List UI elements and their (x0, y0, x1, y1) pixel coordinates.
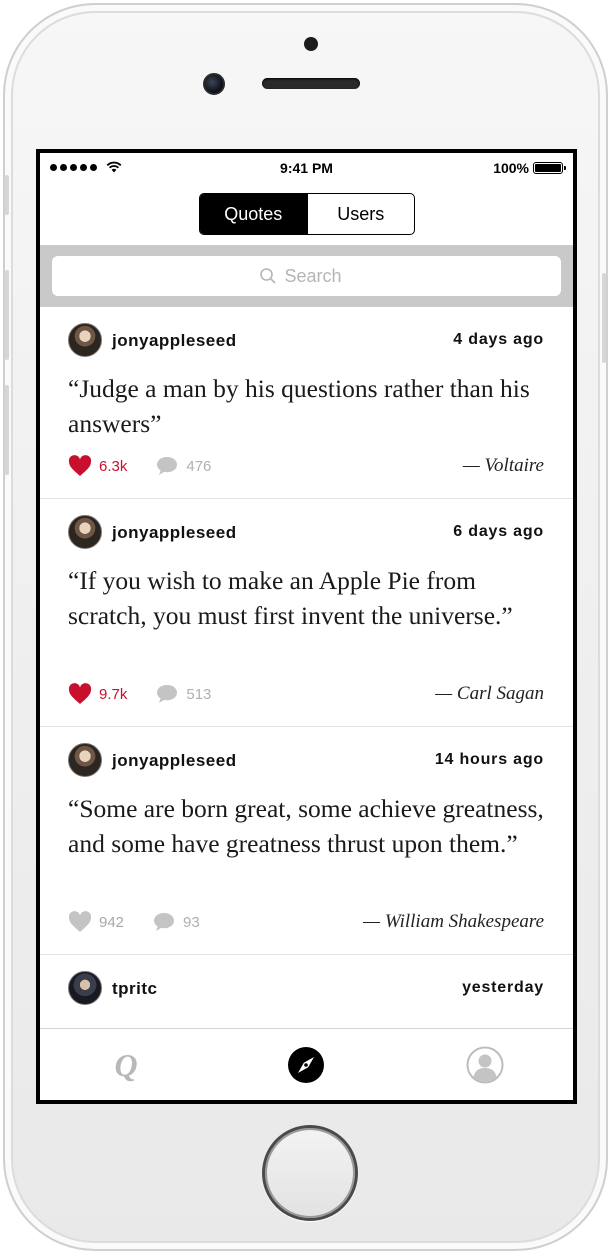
quote-text: “Some are born great, some achieve great… (68, 794, 544, 858)
comment-icon (157, 457, 178, 475)
segment-users[interactable]: Users (306, 194, 415, 234)
tab-bar: Q (40, 1028, 573, 1100)
quote-text: “Judge a man by his questions rather tha… (68, 374, 530, 438)
comment-count: 93 (183, 913, 200, 931)
quotes-logo-icon: Q (114, 1046, 138, 1083)
quote-author: — Carl Sagan (435, 683, 544, 704)
username[interactable]: jonyappleseed (112, 331, 237, 351)
earpiece-speaker (262, 78, 360, 89)
battery-status: 100% (493, 160, 566, 176)
volume-up-button (5, 270, 9, 360)
tab-explore[interactable] (286, 1045, 326, 1085)
quote-author: — William Shakespeare (363, 911, 544, 932)
username[interactable]: tpritc (112, 979, 158, 999)
avatar[interactable] (68, 515, 102, 549)
tab-profile[interactable] (465, 1045, 505, 1085)
quote-author: — Voltaire (462, 455, 544, 476)
quote-card[interactable]: jonyappleseed 4 days ago “Judge a man by… (40, 307, 573, 499)
comment-button[interactable]: 476 (155, 455, 211, 477)
quote-text: “If you wish to make an Apple Pie from s… (68, 566, 513, 630)
volume-down-button (5, 385, 9, 475)
like-button[interactable]: 9.7k (68, 683, 127, 705)
comment-count: 513 (186, 685, 212, 703)
search-field[interactable] (52, 256, 561, 296)
post-time: 6 days ago (453, 523, 544, 540)
front-camera (203, 73, 225, 95)
like-button[interactable]: 6.3k (68, 455, 127, 477)
compass-icon (288, 1047, 324, 1083)
search-input[interactable] (284, 265, 355, 287)
heart-icon (68, 455, 92, 476)
like-button[interactable]: 942 (68, 911, 124, 933)
username[interactable]: jonyappleseed (112, 523, 237, 543)
tab-quotes[interactable]: Q (106, 1045, 146, 1085)
heart-icon (68, 683, 92, 704)
battery-icon (533, 162, 566, 174)
home-button[interactable] (262, 1125, 358, 1221)
avatar[interactable] (68, 323, 102, 357)
app-screen: 9:41 PM 100% Quotes Users jonyappleseed … (36, 149, 577, 1104)
segment-quotes[interactable]: Quotes (200, 194, 307, 234)
quote-meta: 9.7k 513 — Carl Sagan (68, 683, 544, 705)
search-icon (259, 268, 276, 284)
comment-icon (154, 913, 175, 931)
post-time: 14 hours ago (434, 751, 544, 768)
quote-feed: jonyappleseed 4 days ago “Judge a man by… (40, 307, 573, 1045)
proximity-sensor (304, 37, 318, 51)
heart-icon (68, 911, 92, 932)
avatar[interactable] (68, 971, 102, 1005)
search-bar (40, 245, 573, 307)
status-bar: 9:41 PM 100% (40, 153, 573, 183)
battery-percent: 100% (493, 160, 529, 176)
like-count: 6.3k (99, 457, 128, 475)
like-count: 942 (99, 913, 125, 931)
quote-meta: 6.3k 476 — Voltaire (68, 455, 544, 477)
mute-switch (5, 175, 9, 215)
power-button (602, 273, 606, 363)
comment-count: 476 (186, 457, 212, 475)
quote-meta: 942 93 — William Shakespeare (68, 911, 544, 933)
profile-icon (466, 1046, 504, 1084)
post-time: yesterday (462, 979, 544, 996)
comment-button[interactable]: 513 (155, 683, 211, 705)
comment-button[interactable]: 93 (152, 911, 200, 933)
quotes-users-segmented-control: Quotes Users (199, 193, 415, 235)
quote-card[interactable]: jonyappleseed 6 days ago “If you wish to… (40, 499, 573, 727)
comment-icon (157, 685, 178, 703)
quote-card[interactable]: jonyappleseed 14 hours ago “Some are bor… (40, 727, 573, 955)
like-count: 9.7k (99, 685, 128, 703)
avatar[interactable] (68, 743, 102, 777)
username[interactable]: jonyappleseed (112, 751, 237, 771)
post-time: 4 days ago (453, 331, 544, 348)
